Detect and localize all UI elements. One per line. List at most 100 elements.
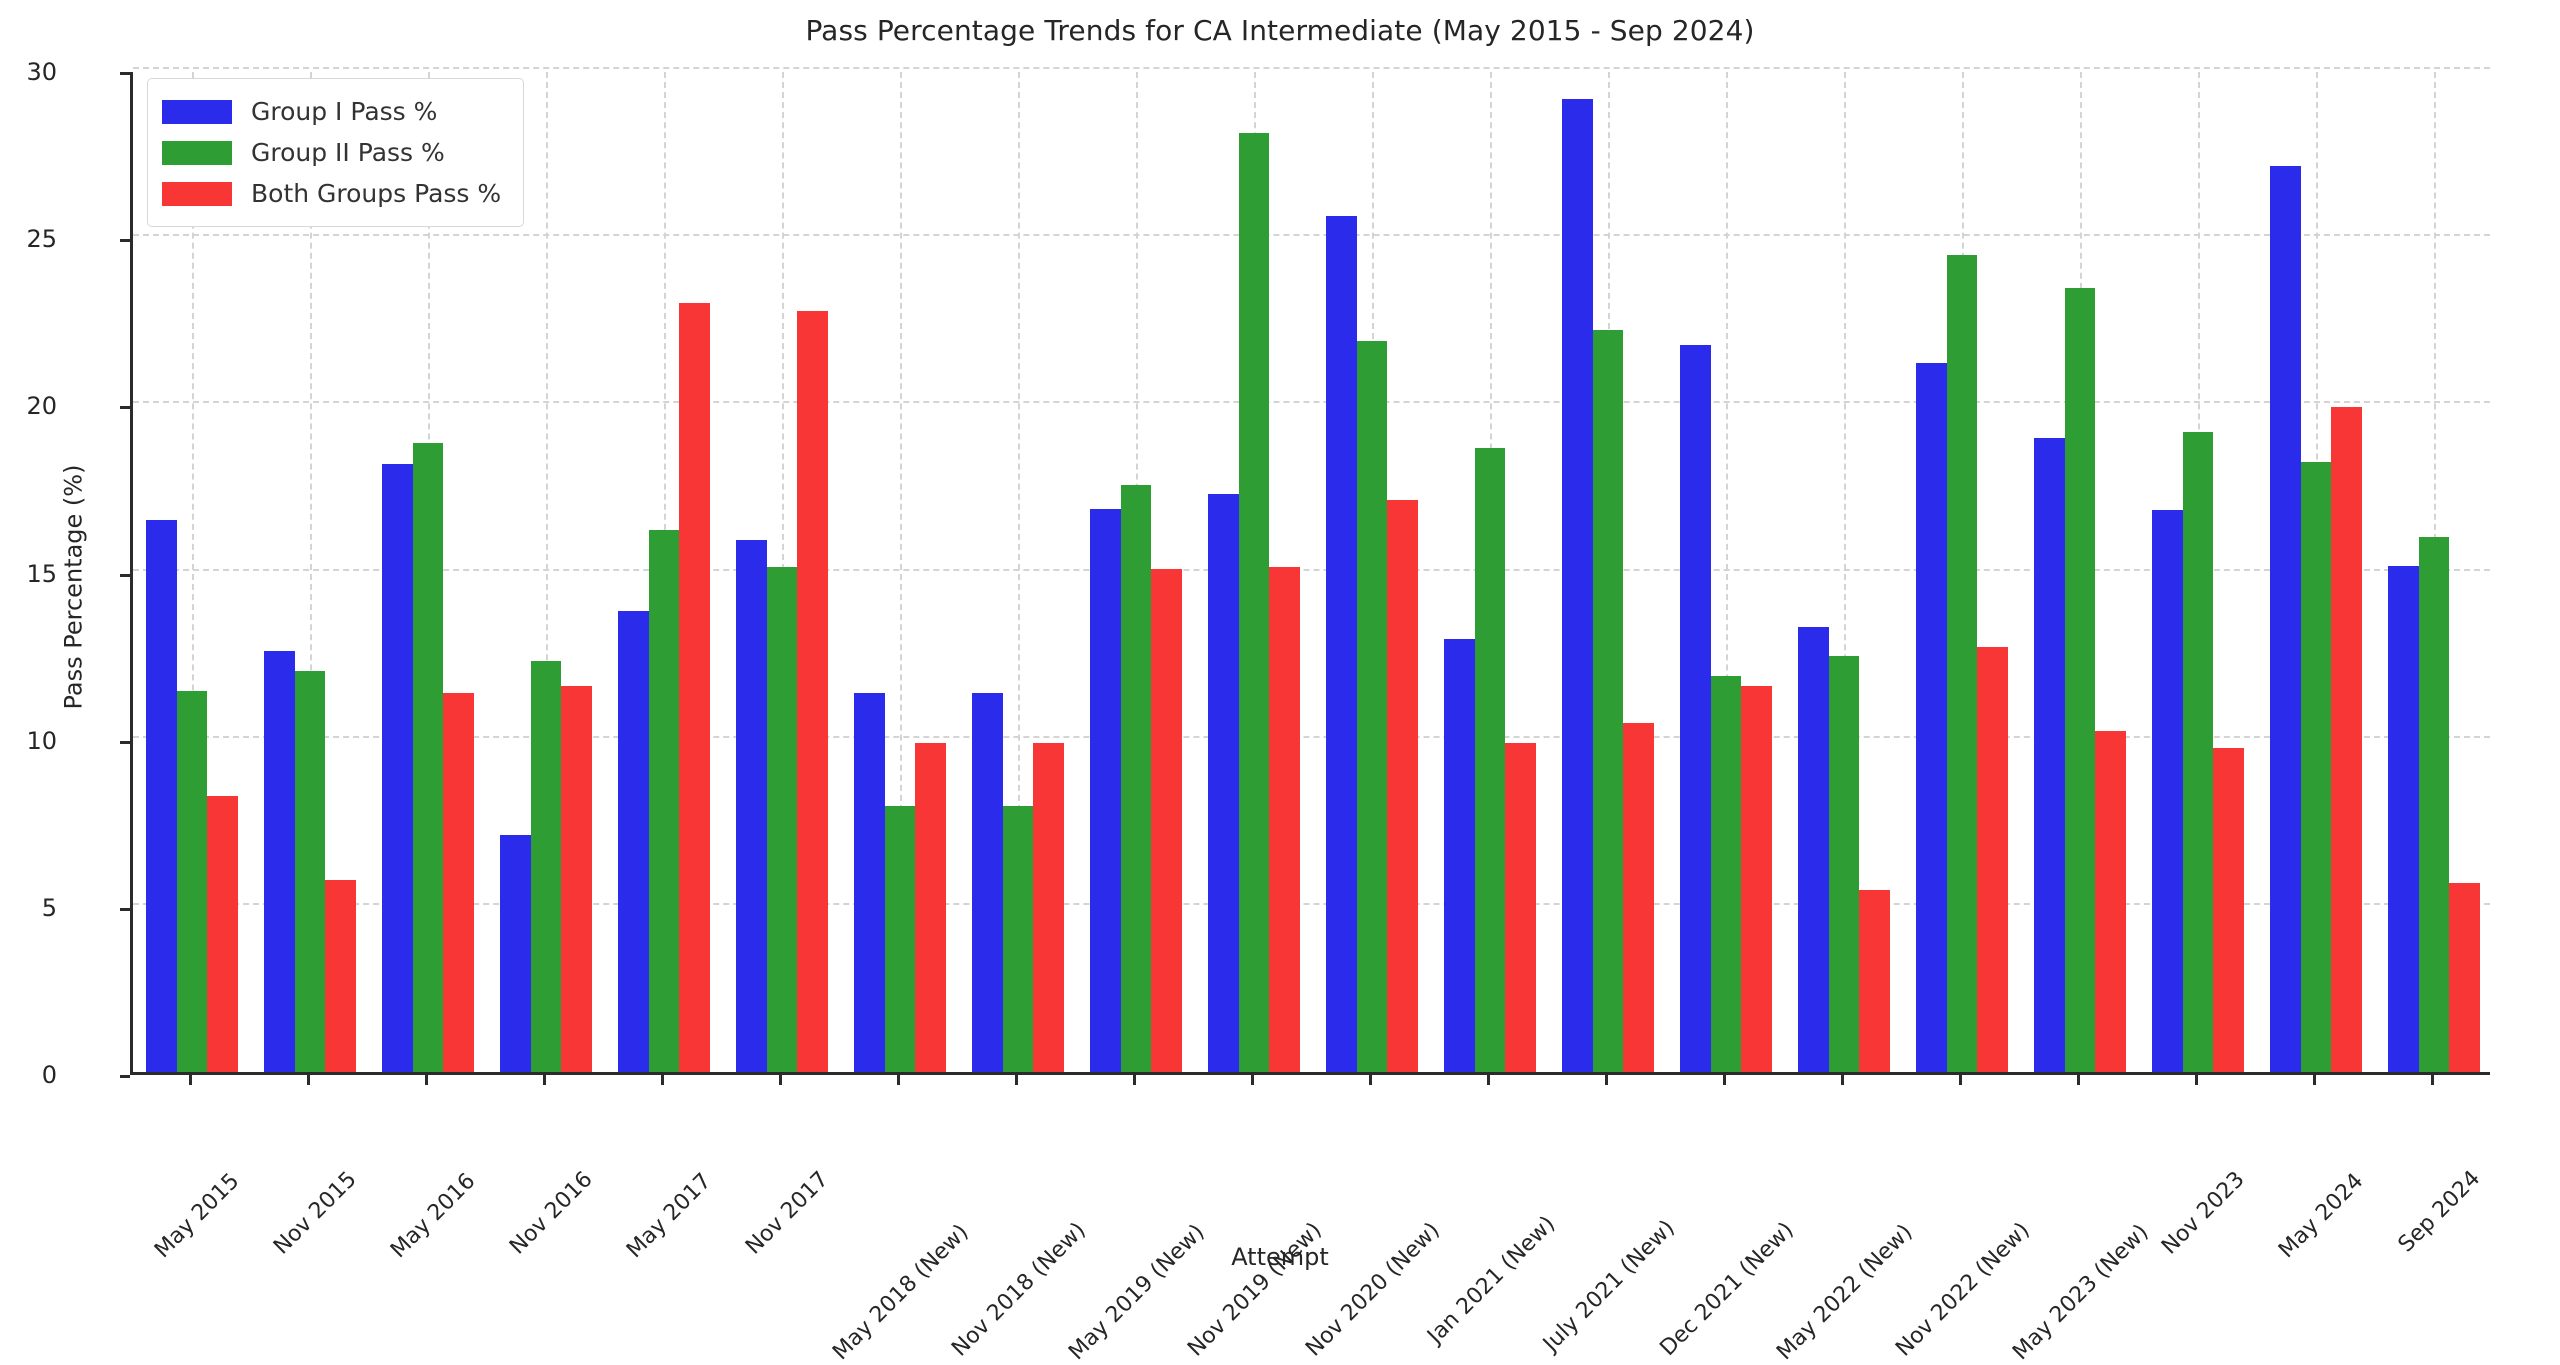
bar [1443,639,1475,1072]
y-axis-tick-label: 5 [41,893,57,922]
y-axis-tick-mark [120,406,130,410]
bar [2064,288,2096,1072]
bar [1033,742,1064,1072]
bar [207,796,238,1072]
bar [263,650,295,1072]
y-axis-tick-mark [120,239,130,243]
x-axis-tick-label-wrapper: Dec 2021 (New) [1655,1092,1924,1361]
legend-item-label: Group I Pass % [251,97,438,126]
x-axis-tick-mark [543,1075,546,1085]
bar [1207,493,1239,1072]
legend-item-both-groups[interactable]: Both Groups Pass % [162,173,501,214]
bar [1387,500,1418,1072]
x-axis-tick-mark [2431,1075,2434,1085]
bar [1915,363,1947,1072]
y-axis-tick-label: 30 [26,58,57,86]
bar [381,463,413,1072]
bar [499,834,531,1072]
x-axis-tick-mark [1959,1075,1962,1085]
x-axis-tick-mark [779,1075,782,1085]
bar [1356,341,1388,1072]
bar [1120,485,1152,1072]
y-axis-tick-mark [120,907,130,911]
bar [1089,508,1121,1072]
x-axis-tick-mark [189,1075,192,1085]
x-axis-tick-mark [1841,1075,1844,1085]
bar [884,806,916,1072]
legend-item-label: Both Groups Pass % [251,179,502,208]
bar [176,690,208,1072]
bar [2387,565,2419,1072]
bar [1623,722,1654,1072]
x-axis-tick-mark [2313,1075,2316,1085]
gridline-horizontal [133,67,2490,69]
bar [2418,537,2450,1072]
x-axis-tick-label-wrapper: May 2015 [150,1092,321,1263]
x-axis-tick-label-wrapper: Sep 2024 [2394,1092,2560,1258]
bar [2300,461,2332,1072]
bar [1797,627,1829,1072]
y-axis-tick-label: 15 [26,559,57,588]
chart-legend: Group I Pass % Group II Pass % Both Grou… [147,78,525,227]
x-axis-tick-mark [1015,1075,1018,1085]
x-axis-tick-mark [1487,1075,1490,1085]
bar [412,443,444,1072]
bar [1592,329,1624,1072]
legend-item-group-ii[interactable]: Group II Pass % [162,132,501,173]
bar [2033,438,2065,1072]
legend-swatch-icon [162,140,232,165]
x-axis-tick-label-wrapper: May 2017 [622,1092,793,1263]
x-axis-tick-mark [2195,1075,2198,1085]
bar [2449,883,2480,1072]
legend-item-group-i[interactable]: Group I Pass % [162,91,501,132]
bar [679,303,710,1072]
bar [1679,344,1711,1072]
bar [561,685,592,1072]
x-axis-tick-label-wrapper: May 2016 [386,1092,557,1263]
bar [2331,406,2362,1072]
x-axis-tick-mark [2077,1075,2080,1085]
bar [145,520,177,1072]
y-axis-tick-label: 0 [41,1061,57,1089]
x-axis-tick-label: July 2021 (New) [1538,1215,1680,1357]
bar [915,742,946,1072]
x-axis-tick-label: May 2023 (New) [2008,1219,2154,1365]
bar [2151,510,2183,1072]
y-axis-title: Pass Percentage (%) [59,464,88,710]
bar [1269,567,1300,1072]
bar [294,670,326,1072]
x-axis-tick-mark [1369,1075,1372,1085]
x-axis-tick-mark [897,1075,900,1085]
y-axis-tick-mark [120,72,130,75]
y-axis-tick-label: 25 [26,225,57,254]
bar [1325,216,1357,1072]
x-axis-tick-label-wrapper: Nov 2017 [741,1092,909,1260]
bar [648,530,680,1072]
bar [325,879,356,1072]
x-axis-tick-mark [1251,1075,1254,1085]
bar [443,692,474,1072]
bar [2213,747,2244,1072]
page-title: Pass Percentage Trends for CA Intermedia… [805,14,1755,47]
x-axis-tick-mark [1133,1075,1136,1085]
x-axis-tick-mark [661,1075,664,1085]
bar [1828,655,1860,1072]
x-axis-tick-label-wrapper: May 2024 [2274,1092,2445,1263]
bar [1561,99,1593,1072]
legend-swatch-icon [162,99,232,124]
x-axis-tick-label-wrapper: Nov 2015 [269,1092,437,1260]
x-axis-tick-label-wrapper: Nov 2016 [505,1092,673,1260]
bar [735,540,767,1072]
bar [530,660,562,1072]
x-axis-tick-mark [425,1075,428,1085]
bar [1946,254,1978,1072]
bar [1859,889,1890,1072]
legend-item-label: Group II Pass % [251,138,445,167]
bar [1710,675,1742,1072]
bar [2182,431,2214,1072]
bar [1505,742,1536,1072]
chart-figure: Pass Percentage Trends for CA Intermedia… [0,0,2560,1365]
bar [1741,685,1772,1072]
legend-swatch-icon [162,181,232,206]
bar [766,567,798,1072]
